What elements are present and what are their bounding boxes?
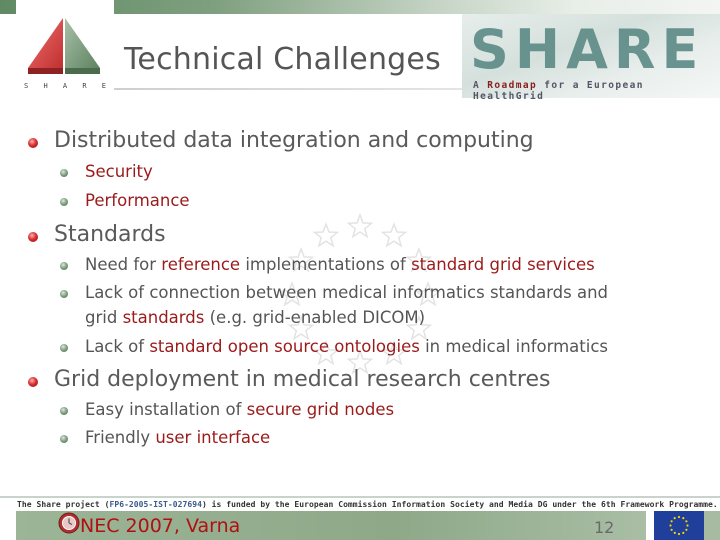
bullet-level1: Grid deployment in medical research cent… <box>54 367 550 392</box>
highlighted-text: standard grid services <box>411 255 595 274</box>
logo-letter: S <box>24 82 29 90</box>
bullet-level2-icon <box>60 169 68 177</box>
bullet-level1-icon <box>28 377 38 387</box>
bullet-level1: Distributed data integration and computi… <box>54 128 534 153</box>
text-run: Lack of <box>85 337 150 356</box>
eu-star <box>669 524 672 527</box>
tagline-prefix: A <box>473 80 488 91</box>
watermark-star <box>346 212 374 239</box>
highlighted-text: Security <box>85 162 153 181</box>
bullet-level1-icon <box>28 232 38 242</box>
watermark-star <box>312 221 340 248</box>
eu-star <box>677 515 681 519</box>
highlighted-text: user interface <box>155 428 271 447</box>
eu-star <box>673 517 676 520</box>
text-run: (e.g. grid-enabled DICOM) <box>204 308 426 327</box>
eu-star <box>685 520 688 523</box>
page-number: 12 <box>594 518 615 537</box>
text-run: Friendly <box>85 428 156 447</box>
eu-star <box>677 532 681 536</box>
text-run: Standards <box>54 222 166 247</box>
highlighted-text: secure grid nodes <box>246 400 395 419</box>
text-run: Need for <box>85 255 162 274</box>
share-banner-tagline: A Roadmap for a European HealthGrid <box>473 80 720 102</box>
bullet-level2: Lack of standard open source ontologies … <box>85 337 608 356</box>
eu-star <box>673 531 676 534</box>
bullet-level2-icon <box>60 435 68 443</box>
slide-title: Technical Challenges <box>124 42 441 77</box>
bullet-level2: Lack of connection between medical infor… <box>85 283 608 302</box>
bullet-level2-icon <box>60 198 68 206</box>
highlighted-text: Performance <box>85 191 190 210</box>
logo-letter: E <box>101 82 106 90</box>
text-run: Distributed data integration and computi… <box>54 128 534 153</box>
bullet-level2-continuation: grid standards (e.g. grid-enabled DICOM) <box>85 308 425 327</box>
highlighted-text: standard open source ontologies <box>149 337 420 356</box>
funding-suffix: ) is funded by the European Commission I… <box>201 500 718 509</box>
eu-star <box>682 517 685 520</box>
eu-star <box>670 528 673 531</box>
bullet-level2: Performance <box>85 191 190 210</box>
funding-project-id: FP6-2005-IST-027694 <box>109 500 202 509</box>
bullet-level2: Need for reference implementations of st… <box>85 255 595 274</box>
watermark-star <box>380 221 408 248</box>
text-run: Lack of connection between medical infor… <box>85 283 609 302</box>
funding-prefix: The Share project ( <box>17 500 110 509</box>
footer-divider <box>0 496 720 498</box>
logo-letter: A <box>62 82 68 90</box>
bullet-level1: Standards <box>54 222 166 247</box>
logo-letter: R <box>82 82 87 90</box>
highlighted-text: standards <box>122 308 205 327</box>
eu-star <box>686 524 689 527</box>
event-label: NEC 2007, Varna <box>80 515 241 537</box>
text-run: in medical informatics <box>419 337 608 356</box>
text-run: grid <box>85 308 123 327</box>
share-banner-word: SHARE <box>470 18 705 81</box>
clock-icon <box>58 512 80 534</box>
logo-letters: S H A R E <box>24 82 106 90</box>
text-run: Grid deployment in medical research cent… <box>54 367 551 392</box>
highlighted-text: reference <box>161 255 241 274</box>
bullet-level2: Security <box>85 162 153 181</box>
bullet-level2-icon <box>60 407 68 415</box>
bullet-level2-icon <box>60 344 68 352</box>
eu-star <box>682 531 685 534</box>
logo-letter: H <box>43 82 48 90</box>
share-triangle-icon <box>28 18 100 74</box>
eu-flag-icon <box>654 511 704 540</box>
eu-star <box>670 520 673 523</box>
bullet-level1-icon <box>28 138 38 148</box>
text-run: implementations of <box>240 255 412 274</box>
bullet-level2: Friendly user interface <box>85 428 270 447</box>
bullet-level2-icon <box>60 262 68 270</box>
tagline-highlight: Roadmap <box>487 80 538 91</box>
funding-notice: The Share project (FP6-2005-IST-027694) … <box>17 500 718 509</box>
eu-star <box>685 528 688 531</box>
text-run: Easy installation of <box>85 400 247 419</box>
bullet-level2: Easy installation of secure grid nodes <box>85 400 394 419</box>
bullet-level2-icon <box>60 290 68 298</box>
